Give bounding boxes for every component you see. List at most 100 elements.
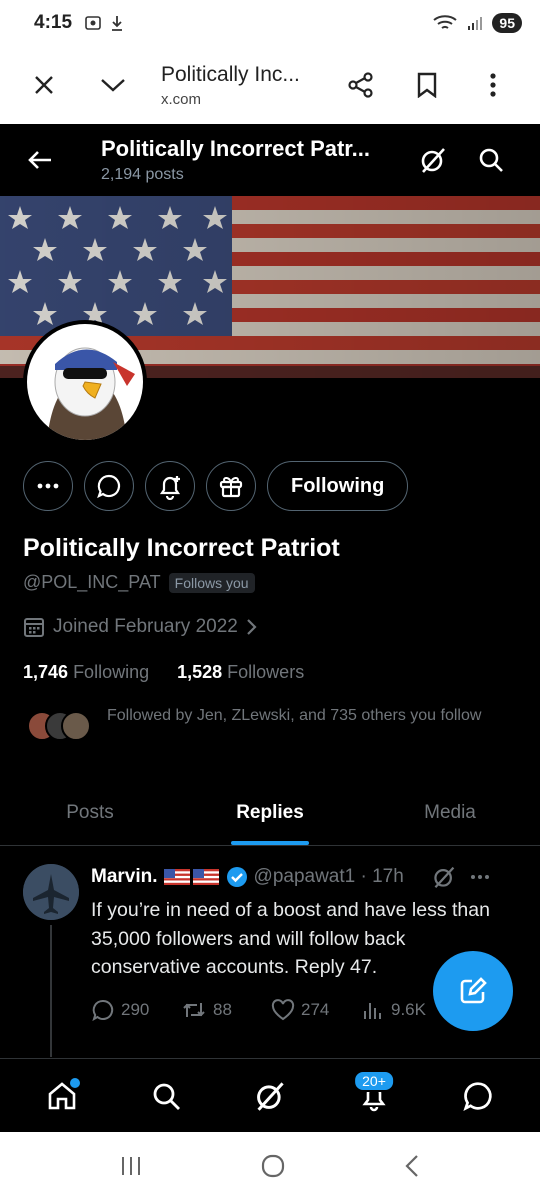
nav-notifications[interactable]: 20+ [344,1066,404,1126]
tab-label: Posts [66,801,114,823]
compose-button[interactable] [433,951,513,1031]
bookmark-icon [417,72,437,98]
reply-count: 290 [121,1000,150,1019]
signal-icon [468,17,483,30]
tweet-handle-time: @papawat1 · 17h [253,866,404,887]
grok-button[interactable] [415,142,451,178]
close-tab-button[interactable] [22,63,66,107]
back-button[interactable] [23,143,57,177]
views-icon [364,1003,381,1019]
like-button[interactable]: 274 [271,999,361,1021]
followers-label: Followers [227,662,305,682]
more-options-button[interactable] [23,461,73,511]
following-count: 1,746 [23,662,69,682]
profile-name: Politically Incorrect Patriot [23,534,340,562]
screenshot-icon [85,16,101,30]
header-name: Politically Incorrect Patr... [101,136,370,161]
tweet-author-avatar[interactable] [23,864,79,920]
following-button[interactable]: Following [267,461,409,511]
message-icon [97,474,121,499]
browser-title-block[interactable]: Politically Inc... x.com [161,63,300,108]
followers-stat[interactable]: 1,528 Followers [177,662,304,683]
following-label: Following [73,662,150,682]
tab-media[interactable]: Media [360,780,540,845]
minimize-tab-button[interactable] [91,63,135,107]
download-icon [112,16,123,31]
back-arrow-icon [28,151,51,169]
browser-toolbar: Politically Inc... x.com [0,46,540,124]
header-title-block: Politically Incorrect Patr... 2,194 post… [101,136,401,184]
nav-grok[interactable] [240,1066,300,1126]
bottom-navigation: 20+ [0,1058,540,1132]
status-icons [84,14,124,32]
grok-icon[interactable] [432,865,456,889]
wifi-icon [433,15,458,29]
gift-button[interactable] [206,461,256,511]
home-unread-dot [70,1077,80,1088]
jet-avatar-image [23,864,79,920]
more-icon [37,483,59,489]
browser-domain: x.com [161,90,202,108]
share-button[interactable] [339,63,383,107]
tweet-author-name[interactable]: Marvin. [91,866,158,888]
followed-by-avatars [23,711,93,745]
repost-button[interactable]: 88 [181,999,271,1021]
grok-icon [257,1081,284,1111]
profile-actions: Following [23,461,409,511]
profile-header: Politically Incorrect Patr... 2,194 post… [0,124,540,196]
back-icon[interactable] [403,1153,421,1179]
search-icon [153,1083,180,1110]
search-button[interactable] [473,142,509,178]
tab-label: Replies [236,801,304,823]
notifications-subscribe-button[interactable] [145,461,195,511]
message-button[interactable] [84,461,134,511]
recent-apps-icon[interactable] [119,1155,143,1177]
joined-row[interactable]: Joined February 2022 [23,616,258,638]
home-button-icon[interactable] [260,1153,286,1179]
bookmark-button[interactable] [405,63,449,107]
reply-button[interactable]: 290 [91,999,181,1021]
message-icon [463,1081,492,1111]
chevron-down-icon [101,79,125,92]
follows-you-badge: Follows you [168,572,255,593]
followed-by-text: Followed by Jen, ZLewski, and 735 others… [107,707,482,724]
view-count: 9.6K [391,1000,426,1019]
tab-replies[interactable]: Replies [180,780,360,845]
profile-handle: @POL_INC_PAT [23,572,161,592]
gift-icon [219,476,243,498]
chevron-right-icon [247,619,257,635]
followed-by-row[interactable]: Followed by Jen, ZLewski, and 735 others… [23,705,503,745]
like-icon [271,999,295,1021]
joined-date: Joined February 2022 [53,616,238,637]
following-stat[interactable]: 1,746 Following [23,662,149,683]
battery-indicator: 95 [492,13,522,33]
repost-count: 88 [213,1000,232,1019]
active-tab-indicator [231,841,309,845]
close-icon [35,76,53,94]
status-time: 4:15 [34,12,73,33]
nav-search[interactable] [136,1066,196,1126]
repost-icon [183,1003,205,1017]
tweet-actions: 290 88 274 9.6K [91,999,451,1021]
us-flag-emoji-icon [163,869,219,885]
like-count: 274 [301,1000,330,1019]
verified-icon [226,867,247,887]
tweet-header: Marvin. @papawat1 · 17h [91,865,490,889]
tab-posts[interactable]: Posts [0,780,180,845]
mini-avatar [61,711,91,741]
reply-icon [92,999,114,1021]
nav-home[interactable] [32,1066,92,1126]
more-vertical-icon [490,73,496,97]
nav-messages[interactable] [448,1066,508,1126]
calendar-icon [24,618,44,637]
profile-avatar[interactable] [23,320,147,444]
grok-icon [421,148,445,173]
tab-label: Media [424,801,476,823]
browser-menu-button[interactable] [471,63,515,107]
system-navigation-bar [0,1132,540,1200]
header-posts-count: 2,194 posts [101,166,184,183]
followers-count: 1,528 [177,662,223,682]
tweet-more-icon[interactable] [470,874,490,880]
share-icon [348,72,373,98]
profile-tabs: Posts Replies Media [0,780,540,846]
